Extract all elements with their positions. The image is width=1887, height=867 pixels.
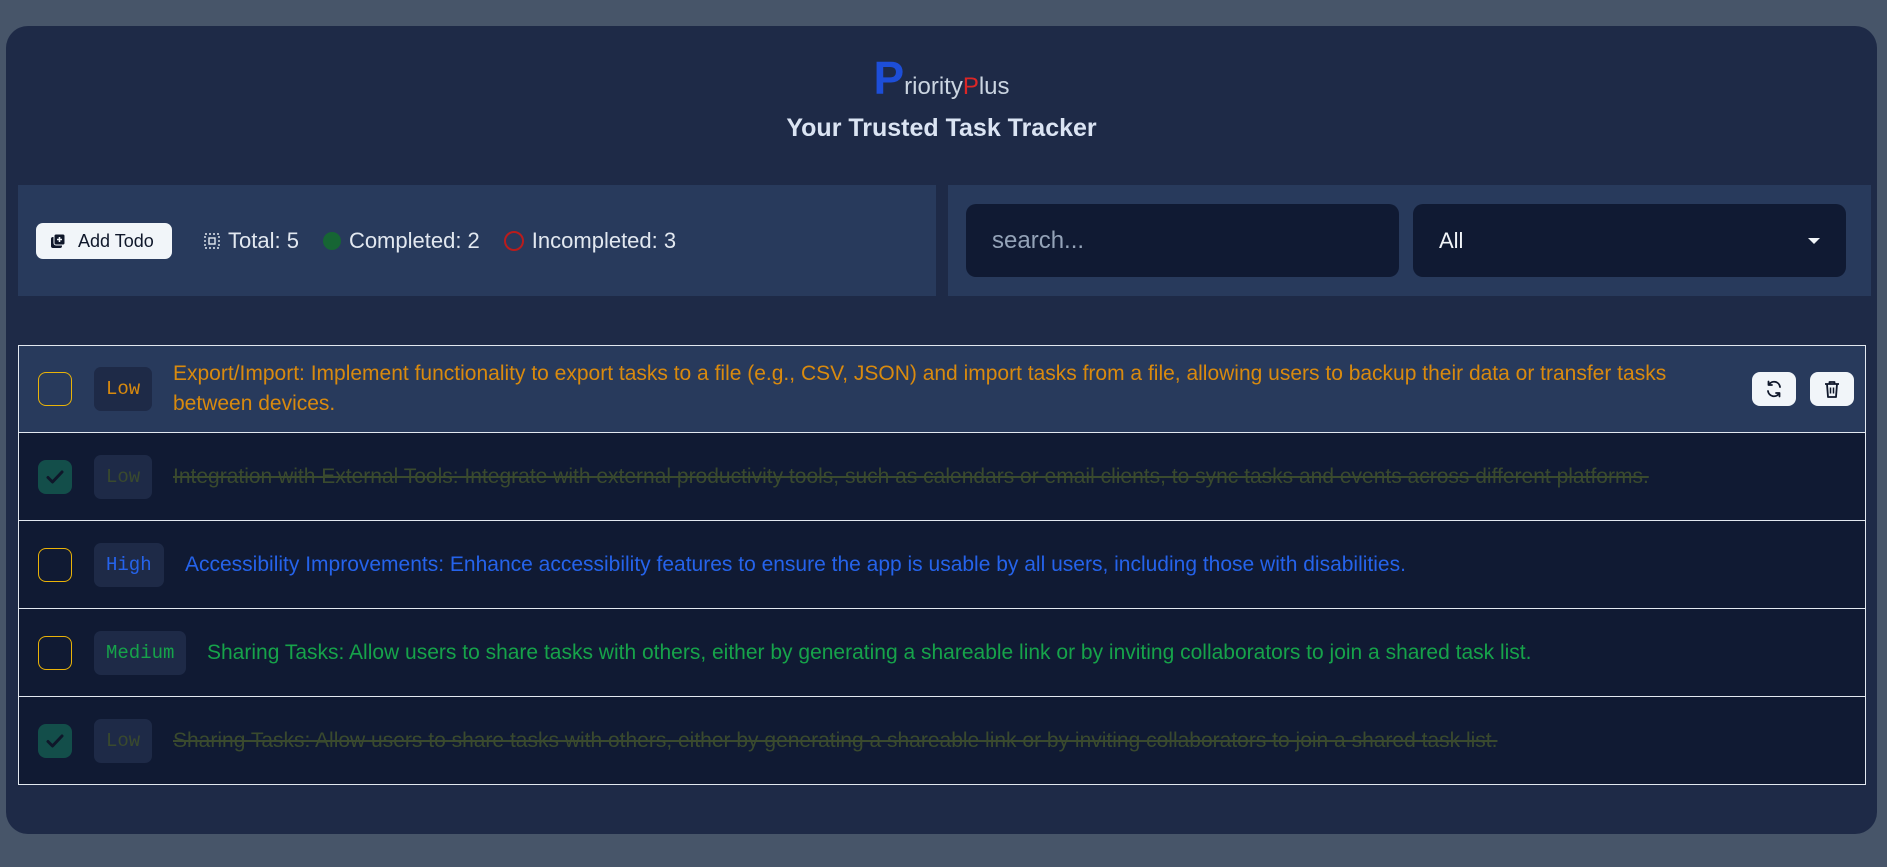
total-count: Total: 5 bbox=[228, 228, 299, 253]
trash-icon bbox=[1825, 381, 1839, 398]
check-icon bbox=[46, 734, 64, 747]
select-all-icon bbox=[204, 233, 220, 249]
todo-text: Export/Import: Implement functionality t… bbox=[173, 362, 1667, 415]
add-todo-label: Add Todo bbox=[78, 230, 154, 251]
todo-checkbox[interactable] bbox=[38, 635, 72, 670]
logo-text-1: riority bbox=[904, 73, 963, 100]
add-todo-button[interactable]: Add Todo bbox=[36, 223, 172, 259]
logo-text-2: lus bbox=[978, 73, 1010, 100]
todo-text: Integration with External Tools: Integra… bbox=[173, 465, 1649, 488]
brand-logo: PriorityPlus bbox=[6, 54, 1877, 102]
todo-list: Low Export/Import: Implement functionali… bbox=[18, 345, 1866, 785]
todo-checkbox[interactable] bbox=[38, 547, 72, 582]
delete-button[interactable] bbox=[1810, 372, 1854, 406]
completed-count: Completed: 2 bbox=[348, 228, 480, 253]
logo-initial-2: P bbox=[962, 73, 979, 100]
stat-total: Total: 5 bbox=[204, 228, 299, 254]
todo-checkbox[interactable] bbox=[38, 372, 72, 406]
priority-filter-select[interactable]: All bbox=[1413, 204, 1846, 277]
completed-dot-icon bbox=[322, 232, 341, 250]
stat-incompleted: Incompleted: 3 bbox=[503, 228, 677, 254]
todo-text: Accessibility Improvements: Enhance acce… bbox=[185, 553, 1406, 576]
priority-badge: Low bbox=[94, 454, 153, 499]
update-button[interactable] bbox=[1752, 372, 1796, 406]
todo-row: High Accessibility Improvements: Enhance… bbox=[18, 520, 1866, 609]
app-container: PriorityPlus Your Trusted Task Tracker A… bbox=[6, 26, 1877, 834]
refresh-icon bbox=[1767, 380, 1781, 398]
stat-completed: Completed: 2 bbox=[322, 228, 480, 254]
priority-badge: Low bbox=[94, 367, 153, 411]
todo-row: Low Integration with External Tools: Int… bbox=[18, 432, 1866, 521]
filter-panel: All bbox=[948, 185, 1871, 296]
todo-text: Sharing Tasks: Allow users to share task… bbox=[207, 641, 1532, 664]
stats-bar: Total: 5 Completed: 2 Incompleted: 3 bbox=[204, 223, 676, 259]
logo-initial: P bbox=[873, 52, 905, 104]
todo-checkbox[interactable] bbox=[38, 723, 72, 758]
priority-badge: Medium bbox=[94, 630, 187, 675]
filter-selected-value: All bbox=[1439, 227, 1464, 253]
check-icon bbox=[46, 470, 64, 483]
todo-checkbox[interactable] bbox=[38, 459, 72, 494]
chevron-down-icon bbox=[1808, 237, 1820, 244]
priority-badge: Low bbox=[94, 718, 153, 763]
incomplete-ring-icon bbox=[503, 231, 524, 251]
search-input[interactable] bbox=[966, 204, 1399, 277]
todo-row: Low Sharing Tasks: Allow users to share … bbox=[18, 696, 1866, 785]
todo-row: Low Export/Import: Implement functionali… bbox=[18, 345, 1866, 433]
todo-row: Medium Sharing Tasks: Allow users to sha… bbox=[18, 608, 1866, 697]
incompleted-count: Incompleted: 3 bbox=[531, 228, 677, 253]
stats-panel: Add Todo Total: 5 Completed: 2 Incomplet… bbox=[18, 185, 936, 296]
add-square-icon bbox=[51, 233, 66, 248]
todo-text: Sharing Tasks: Allow users to share task… bbox=[173, 729, 1498, 752]
page-subtitle: Your Trusted Task Tracker bbox=[786, 114, 1097, 142]
priority-badge: High bbox=[94, 542, 164, 587]
